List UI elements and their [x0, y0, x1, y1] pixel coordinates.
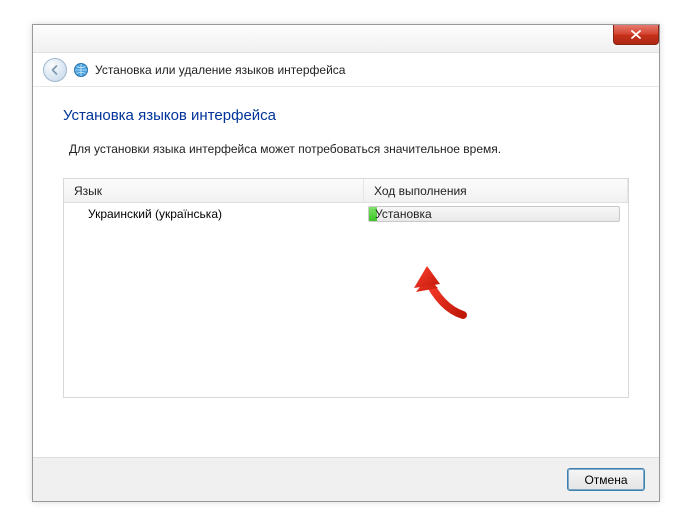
cell-progress: Установка — [364, 204, 628, 224]
progress-bar: Установка — [368, 206, 620, 222]
column-header-progress[interactable]: Ход выполнения — [364, 179, 628, 202]
header-row: Установка или удаление языков интерфейса — [33, 53, 659, 87]
table-header: Язык Ход выполнения — [64, 179, 628, 203]
column-header-language[interactable]: Язык — [64, 179, 364, 202]
close-icon — [631, 30, 641, 39]
close-button[interactable] — [613, 25, 659, 45]
description-text: Для установки языка интерфейса может пот… — [63, 142, 629, 156]
cell-language: Украинский (українська) — [64, 205, 364, 223]
footer: Отмена — [33, 457, 659, 501]
language-table: Язык Ход выполнения Украинский (українсь… — [63, 178, 629, 398]
back-arrow-icon — [49, 64, 61, 76]
globe-icon — [73, 62, 89, 78]
breadcrumb: Установка или удаление языков интерфейса — [95, 63, 345, 77]
back-button[interactable] — [43, 58, 67, 82]
cancel-button[interactable]: Отмена — [567, 468, 645, 491]
titlebar — [33, 25, 659, 53]
table-row: Украинский (українська) Установка — [64, 203, 628, 225]
content-area: Установка языков интерфейса Для установк… — [33, 87, 659, 408]
wizard-window: Установка или удаление языков интерфейса… — [32, 24, 660, 502]
progress-status-text: Установка — [375, 207, 432, 221]
page-title: Установка языков интерфейса — [63, 107, 629, 124]
